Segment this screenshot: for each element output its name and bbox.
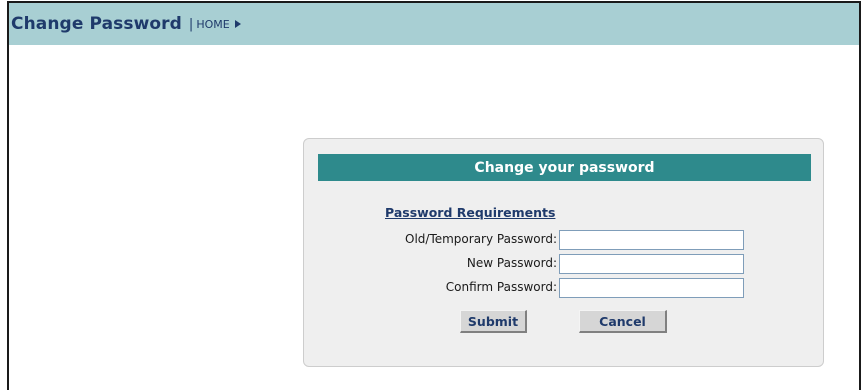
password-requirements-link[interactable]: Password Requirements [385,205,555,220]
home-link[interactable]: HOME [196,18,229,31]
new-password-row: New Password: [304,254,744,274]
page-frame: Change Password | HOME Change your passw… [7,1,861,390]
new-password-label: New Password: [466,256,557,270]
confirm-password-input[interactable] [559,278,744,298]
confirm-password-row: Confirm Password: [304,278,744,298]
old-password-input[interactable] [559,230,744,250]
triangle-right-icon[interactable] [234,20,241,28]
panel-title: Change your password [318,154,811,181]
confirm-password-label: Confirm Password: [445,280,557,294]
old-password-row: Old/Temporary Password: [304,230,744,250]
cancel-button[interactable]: Cancel [579,310,667,333]
header-separator: | [188,16,194,32]
old-password-label: Old/Temporary Password: [405,232,557,246]
new-password-input[interactable] [559,254,744,274]
page-title: Change Password [11,14,182,34]
submit-button[interactable]: Submit [460,310,527,333]
page-header: Change Password | HOME [9,3,859,45]
change-password-panel: Change your password Password Requiremen… [303,138,824,367]
